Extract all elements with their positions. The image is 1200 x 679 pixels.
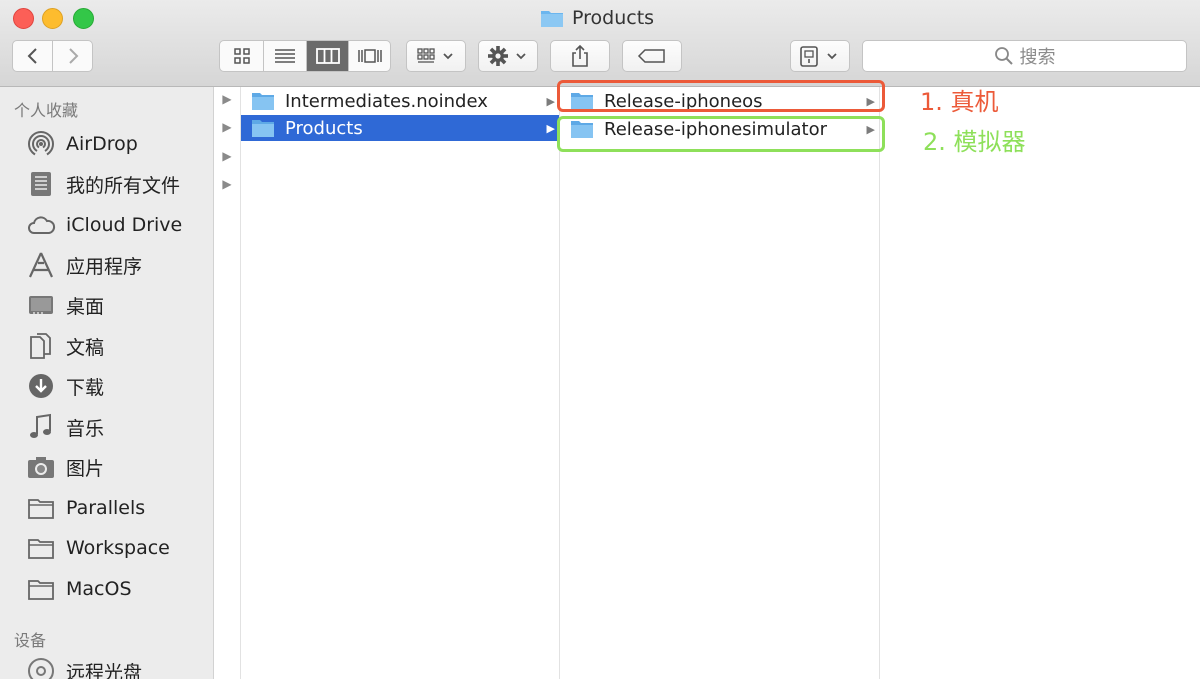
all-files-icon bbox=[26, 169, 56, 199]
music-icon bbox=[26, 412, 56, 442]
sidebar-item-label: Workspace bbox=[66, 537, 170, 559]
back-button[interactable] bbox=[13, 41, 53, 71]
documents-icon bbox=[26, 331, 56, 361]
sidebar-item-label: 桌面 bbox=[66, 295, 105, 318]
column-products: Release-iphoneos ▶ Release-iphonesimulat… bbox=[560, 87, 880, 679]
search-field[interactable]: 搜索 bbox=[862, 40, 1187, 72]
sidebar-item-parallels[interactable]: Parallels bbox=[26, 490, 145, 526]
arrange-grid-icon bbox=[417, 48, 453, 63]
list-item-selected[interactable]: Products ▶ bbox=[241, 115, 559, 141]
folder-icon bbox=[26, 574, 56, 604]
forward-button[interactable] bbox=[53, 41, 92, 71]
list-view-button[interactable] bbox=[264, 41, 307, 71]
minimize-button[interactable] bbox=[42, 8, 63, 29]
chevron-right-icon: ▶ bbox=[546, 94, 555, 108]
sidebar-item-airdrop[interactable]: AirDrop bbox=[26, 126, 138, 162]
sidebar-item-label: 我的所有文件 bbox=[66, 174, 181, 197]
sidebar-item-label: 远程光盘 bbox=[66, 661, 143, 679]
icon-view-button[interactable] bbox=[220, 41, 264, 71]
share-button[interactable] bbox=[550, 40, 610, 72]
sidebar-item-label: 文稿 bbox=[66, 336, 105, 359]
sidebar-item-macos[interactable]: MacOS bbox=[26, 571, 132, 607]
cover-flow-icon bbox=[357, 49, 382, 63]
nav-buttons bbox=[12, 40, 93, 72]
disclosure-arrow-icon[interactable]: ▶ bbox=[222, 177, 231, 191]
sidebar-item-workspace[interactable]: Workspace bbox=[26, 530, 170, 566]
toolbar: Products 搜索 bbox=[0, 0, 1200, 87]
search-icon bbox=[994, 47, 1013, 65]
sidebar-item-music[interactable]: 音乐 bbox=[26, 409, 104, 445]
sidebar-item-remote-disc[interactable]: 远程光盘 bbox=[26, 653, 142, 679]
column-view-button[interactable] bbox=[307, 41, 349, 71]
favorites-header: 个人收藏 bbox=[14, 101, 79, 120]
sidebar-item-label: AirDrop bbox=[66, 133, 138, 155]
chevron-left-icon bbox=[27, 48, 37, 64]
disclosure-arrow-icon[interactable]: ▶ bbox=[222, 120, 231, 134]
sidebar-item-label: 下载 bbox=[66, 376, 105, 399]
annotation-box-device bbox=[557, 80, 885, 112]
sidebar-item-icloud[interactable]: iCloud Drive bbox=[26, 207, 182, 243]
column-build: Intermediates.noindex ▶ Products ▶ bbox=[241, 87, 560, 679]
column-view-icon bbox=[315, 48, 340, 64]
column-empty bbox=[880, 87, 1200, 679]
cover-flow-button[interactable] bbox=[349, 41, 390, 71]
chevron-right-icon bbox=[68, 48, 78, 64]
close-button[interactable] bbox=[13, 8, 34, 29]
disclosure-arrow-icon[interactable]: ▶ bbox=[222, 92, 231, 106]
camera-icon bbox=[26, 452, 56, 482]
list-item[interactable]: Intermediates.noindex ▶ bbox=[241, 88, 559, 114]
devices-header: 设备 bbox=[14, 631, 47, 650]
applications-icon bbox=[26, 250, 56, 280]
action-button[interactable] bbox=[478, 40, 538, 72]
share-icon bbox=[572, 44, 588, 67]
item-name: Products bbox=[285, 117, 363, 139]
desktop-icon bbox=[26, 290, 56, 320]
folder-icon bbox=[541, 11, 563, 27]
sidebar-item-label: iCloud Drive bbox=[66, 214, 183, 236]
annotation-box-simulator bbox=[557, 116, 885, 152]
sidebar-item-applications[interactable]: 应用程序 bbox=[26, 247, 142, 283]
finder-window: Products 搜索 个人收藏 AirDrop 我的所有文件 iCloud D… bbox=[0, 0, 1200, 679]
disc-icon bbox=[26, 656, 56, 679]
folder-icon bbox=[251, 91, 275, 111]
sidebar-item-desktop[interactable]: 桌面 bbox=[26, 287, 104, 323]
folder-icon bbox=[26, 533, 56, 563]
view-mode-control bbox=[219, 40, 391, 72]
downloads-icon bbox=[26, 371, 56, 401]
item-name: Intermediates.noindex bbox=[285, 90, 488, 112]
folder-icon bbox=[26, 493, 56, 523]
sidebar-item-label: 应用程序 bbox=[66, 255, 143, 278]
airdrop-icon bbox=[26, 129, 56, 159]
sidebar-item-label: 音乐 bbox=[66, 417, 105, 440]
device-button[interactable] bbox=[790, 40, 850, 72]
icon-view-icon bbox=[233, 48, 250, 64]
tag-icon bbox=[637, 49, 665, 63]
arrange-button[interactable] bbox=[406, 40, 466, 72]
tag-button[interactable] bbox=[622, 40, 682, 72]
folder-icon bbox=[251, 118, 275, 138]
search-placeholder: 搜索 bbox=[1019, 47, 1056, 68]
sidebar-item-label: Parallels bbox=[66, 497, 146, 519]
sidebar-item-documents[interactable]: 文稿 bbox=[26, 328, 104, 364]
sidebar-item-label: MacOS bbox=[66, 578, 132, 600]
annotation-label-simulator: 2. 模拟器 bbox=[923, 128, 1026, 156]
device-icon bbox=[800, 46, 837, 67]
list-view-icon bbox=[275, 49, 295, 63]
column-parent: ▶ ▶ ▶ ▶ bbox=[214, 87, 241, 679]
sidebar-item-pictures[interactable]: 图片 bbox=[26, 449, 104, 485]
sidebar-item-all-files[interactable]: 我的所有文件 bbox=[26, 166, 180, 202]
disclosure-arrow-icon[interactable]: ▶ bbox=[222, 149, 231, 163]
window-title-text: Products bbox=[572, 7, 655, 29]
sidebar-item-label: 图片 bbox=[66, 457, 105, 480]
sidebar-item-downloads[interactable]: 下载 bbox=[26, 368, 104, 404]
chevron-right-icon: ▶ bbox=[546, 121, 555, 135]
window-title: Products bbox=[540, 6, 654, 30]
sidebar: 个人收藏 AirDrop 我的所有文件 iCloud Drive 应用程序 桌面… bbox=[0, 87, 214, 679]
zoom-button[interactable] bbox=[73, 8, 94, 29]
annotation-label-device: 1. 真机 bbox=[920, 88, 999, 116]
cloud-icon bbox=[26, 210, 56, 240]
gear-icon bbox=[488, 46, 526, 66]
